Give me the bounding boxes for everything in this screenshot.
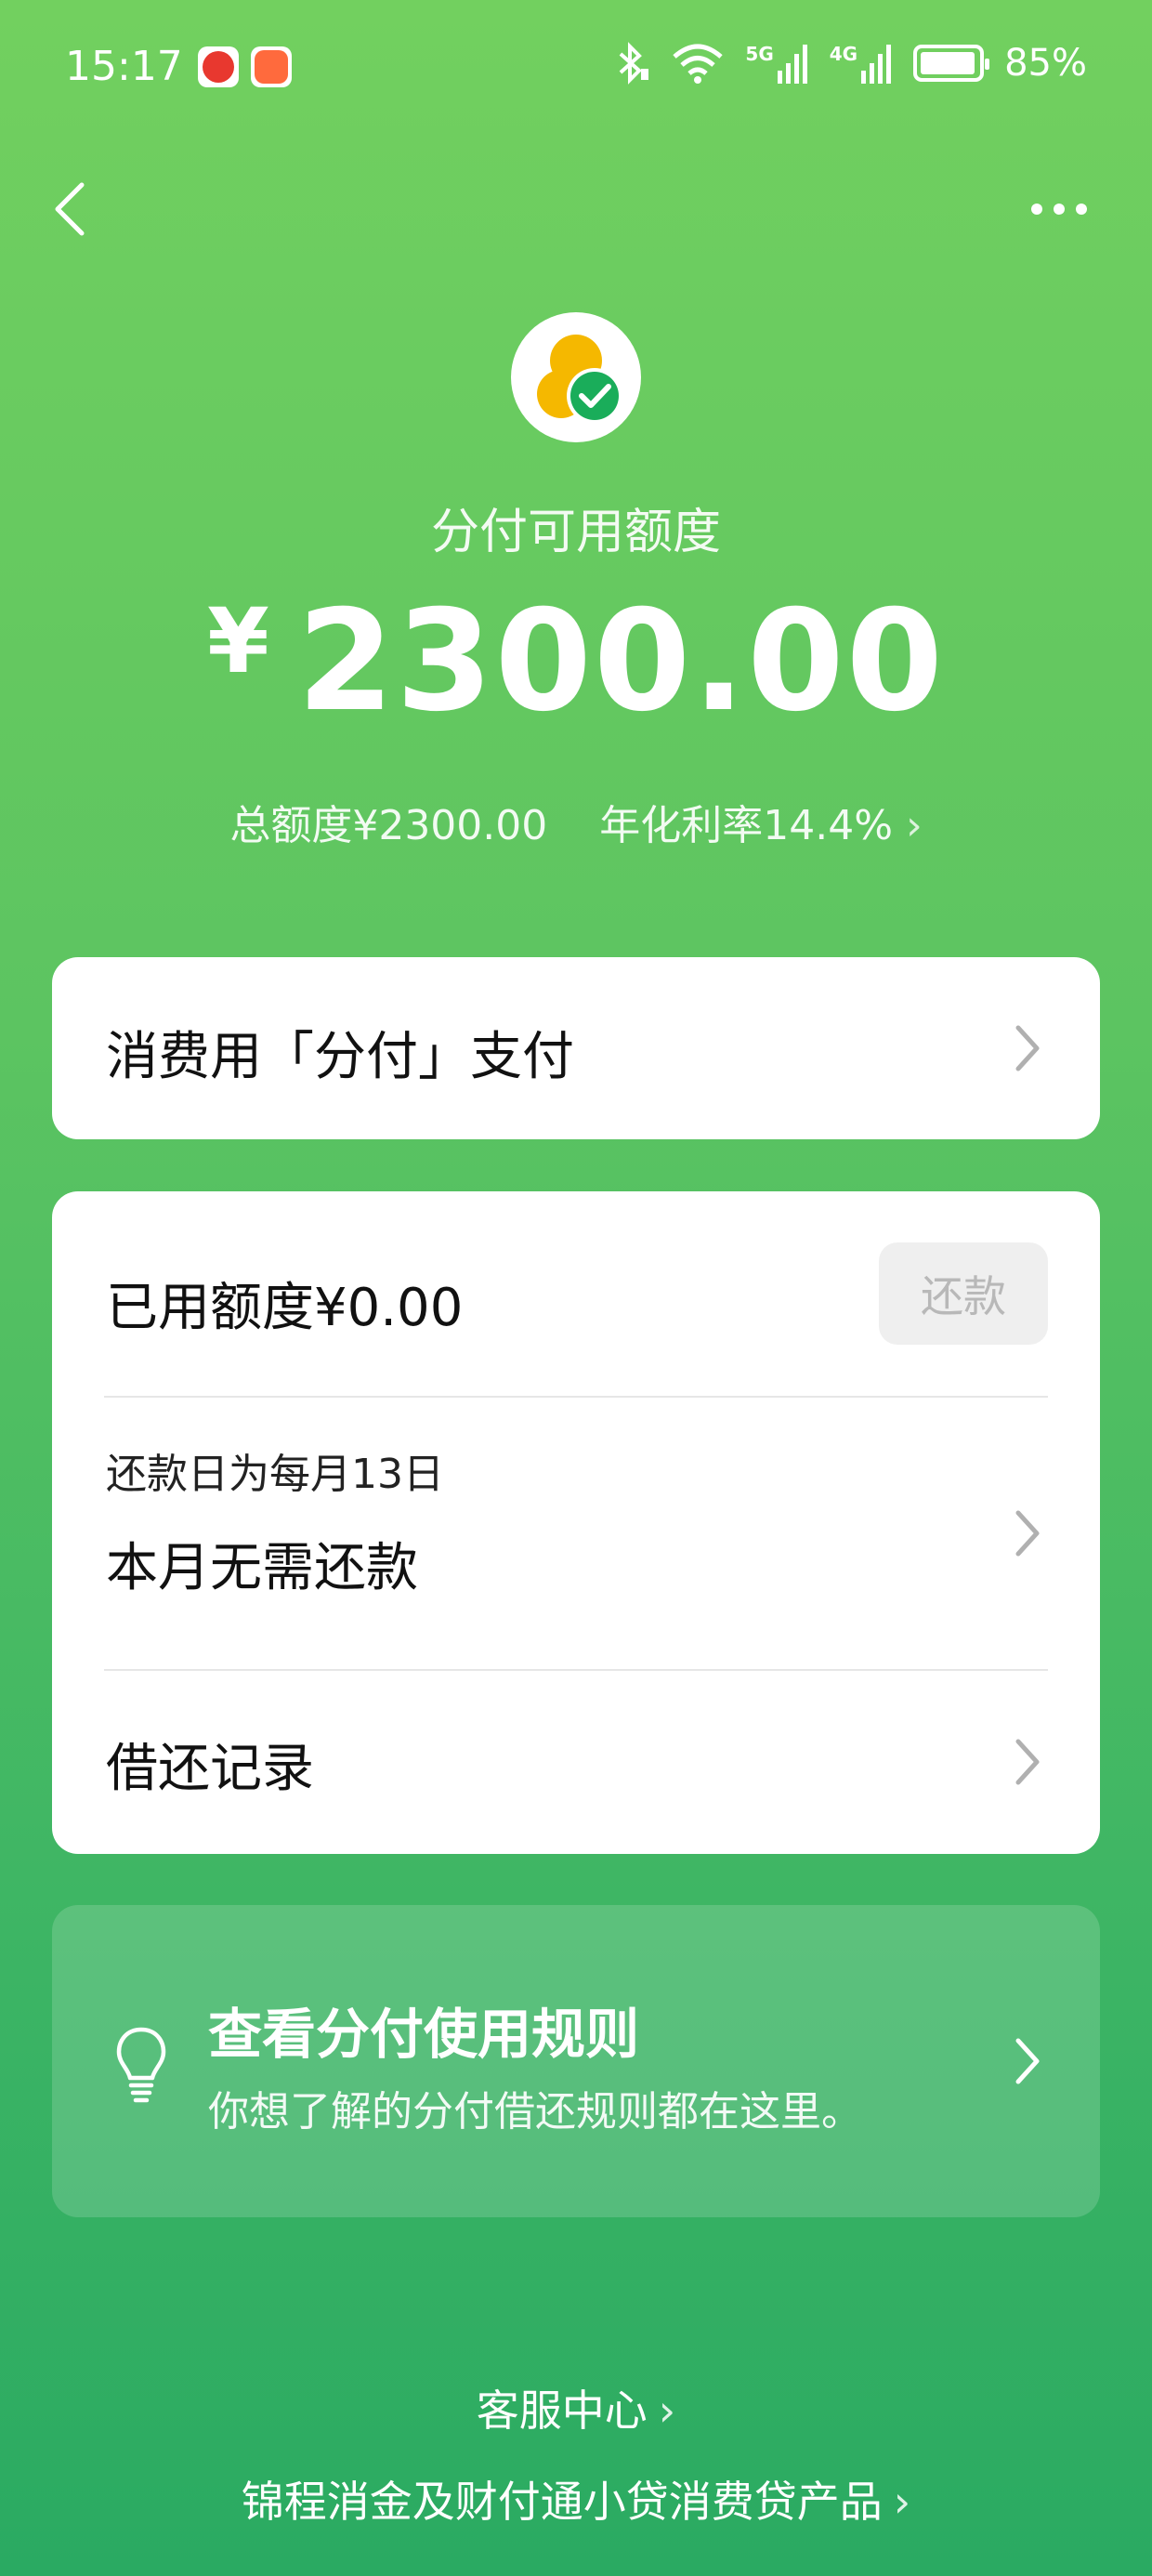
chevron-right-icon: › bbox=[893, 2477, 911, 2527]
rules-title: 查看分付使用规则 bbox=[208, 2003, 640, 2066]
chevron-right-icon: › bbox=[658, 2385, 676, 2436]
records-row[interactable]: 借还记录 bbox=[52, 1671, 1100, 1854]
customer-service-label: 客服中心 bbox=[476, 2385, 648, 2436]
chevron-right-icon bbox=[1015, 2038, 1040, 2084]
video-app-notification-icon bbox=[251, 46, 292, 87]
fenfu-logo bbox=[511, 312, 641, 442]
status-bar: 15:17 5G 4G 85% bbox=[0, 0, 1152, 139]
chevron-right-icon bbox=[1015, 1510, 1040, 1557]
pay-with-fenfu-card[interactable]: 消费用「分付」支付 bbox=[52, 957, 1100, 1139]
back-button[interactable] bbox=[46, 172, 102, 246]
signal-5g: 5G bbox=[745, 43, 808, 84]
repay-status: 本月无需还款 bbox=[106, 1538, 418, 1598]
back-arrow-icon bbox=[55, 182, 85, 236]
currency-symbol: ¥ bbox=[207, 589, 271, 693]
signal-bars-icon bbox=[777, 45, 807, 84]
more-button[interactable] bbox=[1022, 186, 1096, 232]
annual-rate: 年化利率14.4% bbox=[599, 802, 894, 849]
app-notification-icon bbox=[198, 46, 239, 87]
chevron-right-icon bbox=[1015, 1739, 1040, 1785]
status-icons: 5G 4G 85% bbox=[613, 41, 1087, 85]
credit-label: 分付可用额度 bbox=[430, 505, 721, 560]
signal-bars-icon bbox=[861, 45, 892, 84]
loan-products-link[interactable]: 锦程消金及财付通小贷消费贷产品 › bbox=[0, 2468, 1152, 2530]
used-limit-row: 已用额度¥0.00 还款 bbox=[52, 1191, 1100, 1396]
bluetooth-icon bbox=[620, 42, 649, 85]
network-4g-label: 4G bbox=[829, 43, 858, 65]
chevron-right-icon: › bbox=[906, 802, 923, 849]
fenfu-logo-icon bbox=[537, 335, 622, 424]
more-dot-icon bbox=[1031, 204, 1042, 215]
customer-service-link[interactable]: 客服中心 › bbox=[0, 2377, 1152, 2438]
repay-button[interactable]: 还款 bbox=[879, 1242, 1048, 1345]
rules-description: 你想了解的分付借还规则都在这里。 bbox=[208, 2088, 862, 2136]
bill-card: 已用额度¥0.00 还款 还款日为每月13日 本月无需还款 借还记录 bbox=[52, 1191, 1100, 1854]
repay-day-row[interactable]: 还款日为每月13日 本月无需还款 bbox=[52, 1398, 1100, 1669]
battery-percent: 85% bbox=[1004, 42, 1087, 85]
battery-icon bbox=[913, 45, 990, 82]
network-5g-label: 5G bbox=[745, 43, 774, 65]
amount-value: 2300.00 bbox=[296, 581, 945, 743]
more-dot-icon bbox=[1054, 204, 1065, 215]
records-label: 借还记录 bbox=[106, 1739, 314, 1799]
used-limit: 已用额度¥0.00 bbox=[106, 1278, 464, 1338]
lightbulb-icon bbox=[116, 2027, 166, 2103]
more-dot-icon bbox=[1076, 204, 1087, 215]
wifi-icon bbox=[673, 44, 724, 84]
rules-card[interactable]: 查看分付使用规则 你想了解的分付借还规则都在这里。 bbox=[52, 1905, 1100, 2217]
available-amount: ¥2300.00 bbox=[0, 581, 1152, 743]
pay-with-fenfu-label: 消费用「分付」支付 bbox=[106, 1027, 574, 1087]
credit-meta[interactable]: 总额度¥2300.00 年化利率14.4% › bbox=[0, 792, 1152, 851]
status-time: 15:17 bbox=[65, 43, 183, 90]
chevron-right-icon bbox=[1015, 1025, 1040, 1071]
signal-4g: 4G bbox=[830, 43, 893, 84]
loan-products-label: 锦程消金及财付通小贷消费贷产品 bbox=[241, 2477, 883, 2527]
total-limit: 总额度¥2300.00 bbox=[229, 802, 548, 849]
repay-day: 还款日为每月13日 bbox=[106, 1451, 444, 1498]
